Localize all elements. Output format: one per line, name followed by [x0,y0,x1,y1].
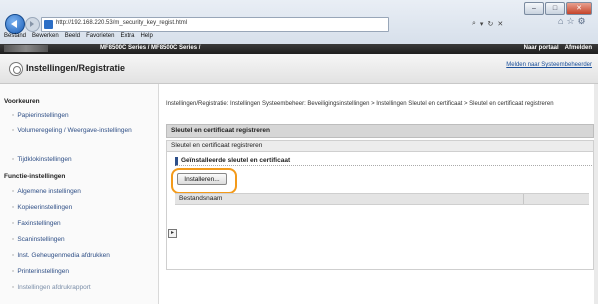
sidebar-item-timer[interactable]: ▫ Tijdklokinstellingen [12,156,72,163]
toolbar-icons: ⌂ ☆ ⚙ [558,16,586,27]
sidebar-section-functions: Functie-instellingen [4,173,66,180]
device-title: MF8500C Series / MF8500C Series / [100,45,201,51]
maximize-button[interactable]: □ [545,2,565,15]
search-icon[interactable]: ⌕ [472,20,476,28]
page-header: Instellingen/Registratie Melden naar Sys… [0,54,598,84]
panel-header: Sleutel en certificaat registreren [167,141,593,152]
brand-logo [4,45,48,52]
menu-item-edit[interactable]: Bewerken [32,33,59,43]
page-title: Instellingen/Registratie [26,63,126,73]
home-icon[interactable]: ⌂ [558,16,563,27]
breadcrumb: Instellingen/Registratie: Instellingen S… [166,101,554,107]
column-divider [523,194,524,204]
section-title: Sleutel en certificaat registreren [171,127,270,134]
sidebar-item-report[interactable]: ▫ Instellingen afdrukrapport [12,284,91,291]
panel-title: Sleutel en certificaat registreren [171,142,263,149]
content-panel: Sleutel en certificaat registreren Geïns… [166,140,594,270]
sidebar: Voorkeuren ▫ Papierinstellingen ▫ Volumere… [0,84,159,304]
forward-button[interactable] [25,17,40,32]
installed-heading-text: Geïnstalleerde sleutel en certificaat [181,157,291,164]
main-content: Instellingen/Registratie: Instellingen S… [166,84,598,304]
menu-item-help[interactable]: Help [140,33,152,43]
menu-item-view[interactable]: Beeld [65,33,80,43]
scrollbar[interactable] [594,84,598,304]
sidebar-item-printer[interactable]: ▫ Printerinstellingen [12,268,69,275]
address-tools: ⌕ ▾ ↻ ✕ [472,17,542,30]
star-icon[interactable]: ☆ [566,16,574,27]
install-button[interactable]: Installeren... [177,173,227,185]
url-text: http://192.168.220.53/m_security_key_reg… [56,20,188,26]
appbar-links: Naar portaal Afmelden [524,45,592,51]
logout-link[interactable]: Afmelden [565,45,592,51]
expand-icon[interactable]: ▸ [168,229,177,238]
close-button[interactable]: ✕ [566,2,592,15]
back-button[interactable] [5,14,25,34]
browser-chrome: – □ ✕ http://192.168.220.53/m_security_k… [0,0,598,45]
table-header: Bestandsnaam [175,193,589,205]
sidebar-item-general[interactable]: ▫ Algemene instellingen [12,188,81,195]
window-controls: – □ ✕ [524,2,592,15]
refresh-icon[interactable]: ↻ [487,20,493,28]
gear-icon[interactable]: ⚙ [578,16,586,27]
sidebar-item-copy[interactable]: ▫ Kopieerinstellingen [12,204,72,211]
admin-mail-link[interactable]: Melden naar Systeembeheerder [506,62,592,68]
sidebar-section-preferences: Voorkeuren [4,98,40,105]
menu-item-file[interactable]: Bestand [4,33,26,43]
column-filename: Bestandsnaam [179,195,223,202]
section-header: Sleutel en certificaat registreren [166,124,594,138]
installed-heading: Geïnstalleerde sleutel en certificaat [175,157,592,166]
sidebar-item-paper[interactable]: ▫ Papierinstellingen [12,112,69,119]
favicon-icon [44,20,53,29]
address-bar[interactable]: http://192.168.220.53/m_security_key_reg… [41,17,389,32]
menu-bar: Bestand Bewerken Beeld Favorieten Extra … [0,33,153,43]
sidebar-item-fax[interactable]: ▫ Faxinstellingen [12,220,61,227]
stop-icon[interactable]: ✕ [497,20,503,28]
dropdown-icon[interactable]: ▾ [480,20,484,28]
minimize-button[interactable]: – [524,2,544,15]
sidebar-item-scan[interactable]: ▫ Scaninstellingen [12,236,65,243]
menu-item-tools[interactable]: Extra [120,33,134,43]
menu-item-favorites[interactable]: Favorieten [86,33,114,43]
sidebar-item-media-print[interactable]: ▫ Inst. Geheugenmedia afdrukken [12,252,110,259]
portal-link[interactable]: Naar portaal [524,45,559,51]
sidebar-item-volume[interactable]: ▫ Volumeregeling / Weergave-instellingen [12,127,142,135]
app-bar: MF8500C Series / MF8500C Series / Naar p… [0,44,598,54]
settings-icon [9,62,23,76]
